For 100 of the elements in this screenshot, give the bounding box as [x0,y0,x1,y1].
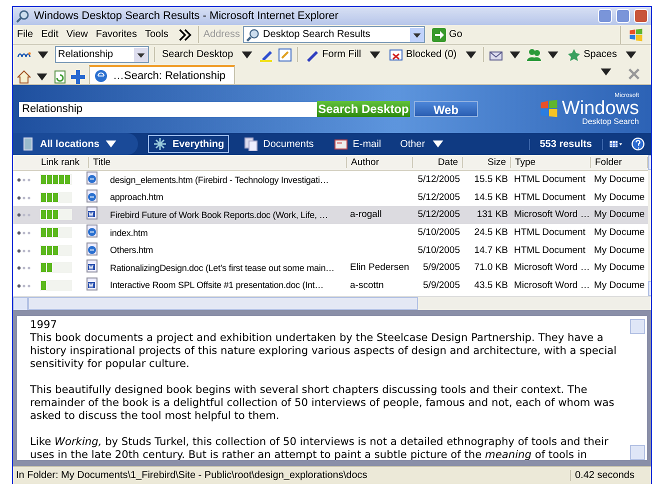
column-header[interactable]: Author [347,157,413,168]
preview-paragraph: 1997 [30,319,58,332]
type-cell-text: HTML Document [513,174,586,186]
search-icon [16,9,30,23]
logo-text: Desktop Search [582,118,639,126]
web-page-icon [85,224,99,238]
spaces-button[interactable]: Spaces [564,48,619,62]
result-row[interactable]: Others.htm 5/10/2005 14.7 KB HTML Document My Docume [13,241,648,259]
browser-tab[interactable]: …Search: Relationship [89,65,235,84]
column-header[interactable]: Date [413,157,463,168]
dots-icon [17,231,31,236]
dots-icon [17,178,31,182]
locations-dropdown[interactable]: All locations [13,133,138,155]
folder-cell-text: My Docume [593,174,646,186]
search-field[interactable]: Relationship [55,46,149,63]
asterisk-icon [153,137,168,151]
title-cell-text: Firebird Future of Work Book Reports.doc (Work, Life, … [109,210,329,220]
folder-path: In Folder: My Documents\1_Firebird\Site - Public\root\design_explorations\docs [15,470,368,481]
vertical-scrollbar[interactable] [630,319,645,460]
logo-text: Windows [562,98,639,118]
date-cell-text: 5/9/2005 [422,280,461,291]
type-cell-text: Microsoft Word … [513,262,591,274]
folder-cell-text: My Docume [593,244,646,256]
column-header[interactable]: Size [463,157,511,168]
folder-cell-text: My Docume [593,227,646,238]
web-page-icon [85,188,99,203]
folder-cell-text: My Docume [593,209,646,220]
word-document-icon [85,206,99,220]
dots-icon [17,248,31,253]
folder-cell-text: My Docume [593,280,646,291]
date-cell-text: 5/12/2005 [416,174,461,186]
horizontal-scrollbar[interactable] [13,296,651,310]
type-cell-text: HTML Document [513,227,586,238]
search-desktop-button[interactable]: Search Desktop [160,49,236,60]
menu-item[interactable]: File [13,29,38,40]
date-cell-text: 5/10/2005 [416,227,461,238]
filter-tab[interactable]: Everything [148,135,230,153]
home-icon[interactable] [17,70,31,84]
dots-icon [17,284,31,288]
preview-paragraph: This book documents a project and exhibition undertaken by the Steelcase Design Partnership. They have a history inspirational projects of this nature exploring various aspects of design and architecture, with a special sensitivity for popular culture. [30,332,618,371]
address-label: Address [203,29,240,40]
web-page-icon [85,171,99,186]
column-header[interactable]: Link rank [39,157,89,168]
refresh-page-icon[interactable] [53,70,67,84]
result-row[interactable]: Firebird Future of Work Book Reports.doc (Work, Life, … a-rogall 5/12/2005 131 KB Microsoft Word … My Docume [13,206,648,224]
menu-item[interactable]: Tools [140,29,172,40]
date-cell-text: 5/9/2005 [422,262,461,274]
title-cell-text: index.htm [109,228,149,238]
popup-blocker-button[interactable]: Blocked (0) [387,48,459,62]
column-header[interactable]: Type [511,157,591,168]
title-cell-text: approach.htm [109,192,164,202]
author-cell-text: a-scottn [349,280,385,291]
search-field[interactable]: Relationship [19,102,317,116]
author-cell-text: Elin Pedersen [349,262,410,274]
minimize-button[interactable] [598,9,612,23]
plus-icon[interactable] [71,70,85,84]
size-cell-text: 15.5 KB [473,174,509,186]
dots-icon [17,196,31,200]
size-cell-text: 14.7 KB [473,244,509,256]
maximize-button[interactable] [616,9,630,23]
result-row[interactable]: design_elements.htm (Firebird - Technology Investigati… 5/12/2005 15.5 KB HTML Document My Docume [13,171,648,189]
result-row[interactable]: index.htm 5/10/2005 24.5 KB HTML Document My Docume [13,224,648,242]
size-cell-text: 14.5 KB [473,192,509,203]
result-row[interactable]: RationalizingDesign.doc (Let’s first tease out some main… Elin Pedersen 5/9/2005 71.0 KB Microsoft Word … My Docume [13,258,648,277]
spaces-icon [566,48,581,62]
close-button[interactable] [634,9,648,23]
title-cell-text: Interactive Room SPL Offsite #1 presentation.doc (Int… [109,280,325,290]
size-cell-text: 43.5 KB [473,280,509,291]
address-field[interactable]: Desktop Search Results [243,26,426,43]
computer-icon [21,137,35,151]
people-icon[interactable] [526,48,541,62]
form-fill-button[interactable]: Form Fill [303,48,364,62]
type-cell-text: Microsoft Word … [513,209,591,220]
web-search-button[interactable]: Web [414,101,478,117]
preview-paragraph: Like Working, by Studs Turkel, this collection of 50 interviews is not a detailed ethnography of tools and their uses in the late 20th century. But is rather an attempt to paint a subtle picture of the meaning of tools in [30,436,610,460]
menu-item[interactable]: View [62,29,92,40]
preview-paragraph: This beautifully designed book begins with several short chapters discussing tools and their context. The remainder of the book is a delightful collection of 50 interviews of people, famous and not, each of whom was asked to discuss the tool most helpful to them. [30,384,616,423]
dots-icon [17,266,31,270]
date-cell-text: 5/12/2005 [416,192,461,203]
menu-item[interactable]: Edit [37,29,62,40]
size-cell-text: 131 KB [476,209,509,220]
windows-flag-icon [629,28,643,42]
window-title: Windows Desktop Search Results - Microsoft Internet Explorer [34,10,340,22]
filter-tab[interactable]: E-mail [328,135,386,153]
menu-item[interactable]: Favorites [92,29,141,40]
date-cell-text: 5/10/2005 [416,244,461,256]
result-row[interactable]: Interactive Room SPL Offsite #1 presentation.doc (Int… a-scottn 5/9/2005 43.5 KB Microsoft Word … My Docume [13,276,648,294]
column-header[interactable]: Title [89,157,347,168]
author-cell-text: a-rogall [349,209,383,220]
go-button[interactable]: Go [428,28,466,42]
size-cell-text: 71.0 KB [473,262,509,274]
web-page-icon [85,242,99,256]
other-dropdown[interactable]: Other [400,137,446,151]
word-document-icon [85,259,99,274]
filter-tab[interactable]: Documents [239,135,319,153]
help-icon[interactable] [631,137,645,151]
result-row[interactable]: approach.htm 5/12/2005 14.5 KB HTML Document My Docume [13,188,648,206]
windows-flag-icon [538,99,559,119]
pencil-square-icon[interactable] [278,48,292,62]
date-cell-text: 5/12/2005 [416,209,461,220]
